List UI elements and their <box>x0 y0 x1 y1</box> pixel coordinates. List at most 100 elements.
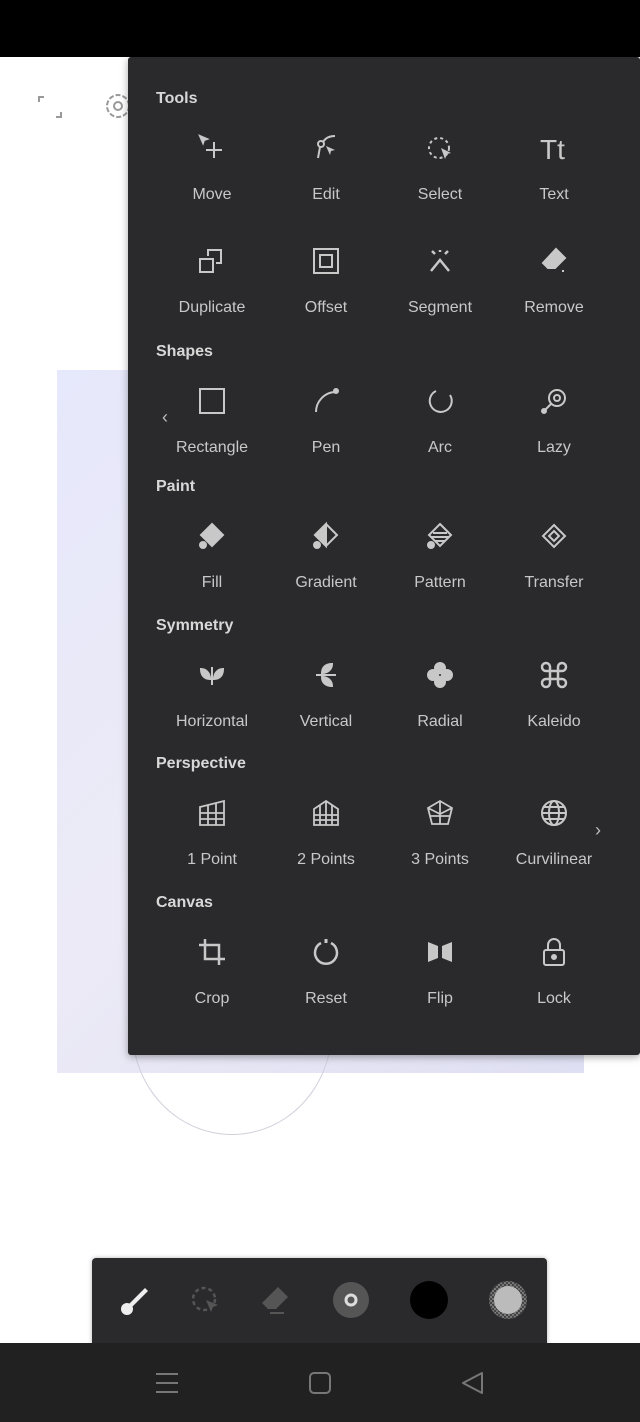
back-icon[interactable] <box>458 1369 486 1397</box>
tool-label: Flip <box>427 990 453 1007</box>
bottom-toolbar <box>92 1258 547 1348</box>
tools-panel: Tools Move Edit Select Tt Text Duplicate Offset… <box>128 57 640 1055</box>
text-icon: Tt <box>538 132 570 169</box>
tool-vertical[interactable]: Vertical <box>269 659 383 769</box>
transfer-icon <box>538 520 570 557</box>
eraser-button[interactable] <box>256 1280 296 1320</box>
tool-label: Horizontal <box>175 713 249 730</box>
recent-apps-icon[interactable] <box>153 1369 181 1397</box>
offset-icon <box>310 245 342 282</box>
tool-offset[interactable]: Offset <box>269 245 383 355</box>
duplicate-icon <box>196 245 228 282</box>
reset-icon <box>310 936 342 973</box>
edit-icon <box>310 132 342 169</box>
tool-label: Remove <box>524 299 584 316</box>
lock-icon <box>538 936 570 973</box>
three-points-icon <box>424 797 456 834</box>
tool-edit[interactable]: Edit <box>269 132 383 242</box>
gradient-icon <box>310 520 342 557</box>
opacity-button[interactable] <box>488 1280 528 1320</box>
tool-label: Crop <box>194 990 230 1007</box>
brush-icon <box>121 1288 148 1315</box>
tool-label: 2 Points <box>297 851 355 868</box>
tool-label: Pen <box>311 439 341 456</box>
tool-2-points[interactable]: 2 Points <box>269 797 383 907</box>
section-header-perspective: Perspective <box>156 755 246 772</box>
tool-3-points[interactable]: 3 Points <box>383 797 497 907</box>
tool-label: Kaleido <box>527 713 581 730</box>
section-header-canvas: Canvas <box>156 894 213 911</box>
section-header-symmetry: Symmetry <box>156 617 234 634</box>
lazy-icon <box>538 385 570 422</box>
tool-remove[interactable]: Remove <box>497 245 611 355</box>
tool-label: Pattern <box>414 574 466 591</box>
svg-text:Tt: Tt <box>540 134 565 164</box>
tool-label: Curvilinear <box>515 851 593 868</box>
tool-label: Text <box>539 186 569 203</box>
two-points-icon <box>310 797 342 834</box>
section-header-paint: Paint <box>156 478 196 495</box>
tool-label: Segment <box>407 299 473 316</box>
tool-label: Offset <box>304 299 348 316</box>
tool-label: Vertical <box>299 713 353 730</box>
tool-label: Fill <box>201 574 223 591</box>
next-page-chevron-icon[interactable]: › <box>595 820 601 841</box>
tool-segment[interactable]: Segment <box>383 245 497 355</box>
tool-gradient[interactable]: Gradient <box>269 520 383 630</box>
tool-pen[interactable]: Pen <box>269 385 383 495</box>
select-button[interactable] <box>186 1280 226 1320</box>
tool-label: Reset <box>305 990 347 1007</box>
tool-kaleido[interactable]: Kaleido <box>497 659 611 769</box>
tool-label: Arc <box>428 439 452 456</box>
tool-label: Lazy <box>537 439 571 456</box>
tool-move[interactable]: Move <box>155 132 269 242</box>
home-icon[interactable] <box>306 1369 334 1397</box>
tool-label: Radial <box>417 713 463 730</box>
tool-horizontal[interactable]: Horizontal <box>155 659 269 769</box>
fullscreen-icon[interactable] <box>36 94 64 120</box>
color-swatch-fill <box>410 1281 448 1319</box>
brush-button[interactable] <box>115 1280 155 1320</box>
navigation-bar <box>0 1343 640 1422</box>
kaleido-icon <box>538 659 570 696</box>
tool-arc[interactable]: Arc <box>383 385 497 495</box>
pen-icon <box>310 385 342 422</box>
crop-icon <box>196 936 228 973</box>
fill-icon <box>196 520 228 557</box>
tool-pattern[interactable]: Pattern <box>383 520 497 630</box>
tool-label: Edit <box>312 186 340 203</box>
tool-label: 1 Point <box>187 851 237 868</box>
color-button[interactable] <box>409 1280 449 1320</box>
tool-radial[interactable]: Radial <box>383 659 497 769</box>
tool-text[interactable]: Tt Text <box>497 132 611 242</box>
tool-duplicate[interactable]: Duplicate <box>155 245 269 355</box>
eraser-icon <box>262 1287 288 1314</box>
tool-select[interactable]: Select <box>383 132 497 242</box>
tool-crop[interactable]: Crop <box>155 936 269 1046</box>
tool-1-point[interactable]: 1 Point <box>155 797 269 907</box>
tool-label: Rectangle <box>175 439 249 456</box>
tool-fill[interactable]: Fill <box>155 520 269 630</box>
tool-label: Gradient <box>295 574 357 591</box>
tool-reset[interactable]: Reset <box>269 936 383 1046</box>
tool-curvilinear[interactable]: Curvilinear <box>497 797 611 907</box>
brush-size-button[interactable] <box>331 1280 371 1320</box>
tool-label: Move <box>192 186 232 203</box>
one-point-icon <box>196 797 228 834</box>
tool-label: Transfer <box>524 574 584 591</box>
tool-lazy[interactable]: Lazy <box>497 385 611 495</box>
tool-flip[interactable]: Flip <box>383 936 497 1046</box>
segment-icon <box>424 245 456 282</box>
previous-page-chevron-icon[interactable]: ‹ <box>162 407 168 428</box>
brush-size-icon <box>333 1282 369 1318</box>
section-header-tools: Tools <box>156 90 198 107</box>
select-icon <box>424 132 456 169</box>
rectangle-icon <box>196 385 228 422</box>
tool-lock[interactable]: Lock <box>497 936 611 1046</box>
tool-label: Select <box>417 186 463 203</box>
vertical-symmetry-icon <box>310 659 342 696</box>
tool-label: Duplicate <box>178 299 246 316</box>
tool-label: 3 Points <box>411 851 469 868</box>
tool-transfer[interactable]: Transfer <box>497 520 611 630</box>
arc-icon <box>424 385 456 422</box>
